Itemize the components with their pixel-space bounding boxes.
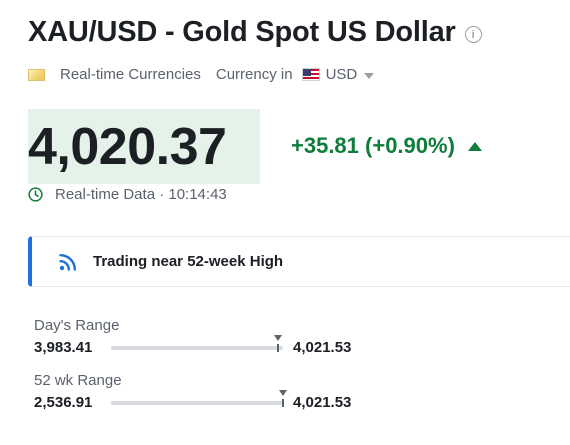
week52-range-low: 2,536.91 — [34, 394, 93, 411]
day-range-low: 3,983.41 — [34, 339, 93, 356]
page-title: XAU/USD - Gold Spot US Dollar — [28, 16, 456, 48]
info-icon[interactable]: i — [464, 26, 482, 43]
clock-icon — [28, 187, 43, 202]
currency-label: Currency in — [215, 66, 293, 83]
week52-range-tick — [282, 399, 284, 407]
meta-row: Real-time Currencies Currency in USD — [28, 66, 375, 83]
realtime-text: Real-time Data · 10:14:43 — [55, 186, 227, 203]
week52-range-label: 52 wk Range — [34, 372, 122, 389]
last-price: 4,020.37 — [28, 117, 227, 176]
arrow-up-icon — [467, 141, 482, 151]
price-change-value: +35.81 (+0.90%) — [291, 133, 455, 158]
alert-text: Trading near 52-week High — [93, 253, 284, 270]
chevron-down-icon[interactable] — [364, 72, 375, 79]
category-link[interactable]: Real-time Currencies — [60, 66, 201, 83]
week52-range-bar — [111, 390, 287, 407]
price-change: +35.81 (+0.90%) — [291, 133, 482, 159]
signal-icon — [59, 253, 76, 271]
day-range-tick — [277, 344, 279, 352]
alert-banner[interactable]: Trading near 52-week High — [28, 236, 570, 287]
day-range-high: 4,021.53 — [293, 339, 352, 356]
week52-range-high: 4,021.53 — [293, 394, 352, 411]
title-row: XAU/USD - Gold Spot US Dollar i — [28, 16, 482, 49]
gold-bar-icon — [28, 68, 45, 81]
currency-value[interactable]: USD — [326, 66, 358, 83]
us-flag-icon — [301, 68, 320, 81]
day-range-bar — [111, 335, 283, 352]
price-box: 4,020.37 — [28, 109, 260, 184]
realtime-row: Real-time Data · 10:14:43 — [28, 186, 227, 203]
day-range-label: Day's Range — [34, 317, 120, 334]
